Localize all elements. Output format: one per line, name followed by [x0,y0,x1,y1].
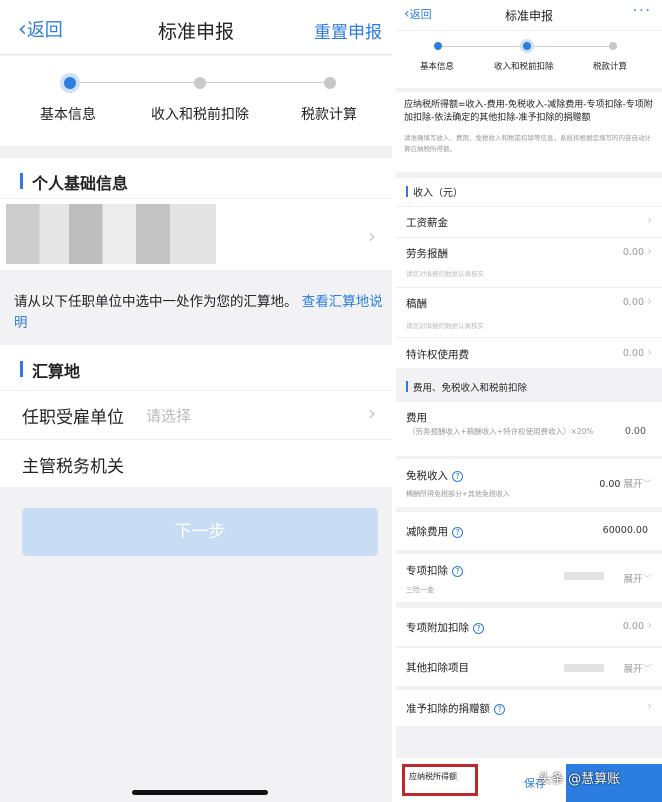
employer-placeholder: 请选择 [146,407,192,425]
reduction-row: 减除费用? 60000.00 [396,512,662,550]
donation-row[interactable]: 准予扣除的捐赠额? › [396,690,662,726]
step-1-label: 基本信息 [40,107,96,123]
expand-toggle[interactable]: 展开 [623,479,642,490]
chevron-right-icon: › [647,294,652,308]
section-title: 汇算地 [32,362,81,381]
other-deduction-row[interactable]: 其他扣除项目 展开﹀ [396,648,662,686]
step-1-dot [434,42,442,50]
step-3-label: 税款计算 [301,107,357,123]
help-icon[interactable]: ? [494,703,505,715]
step-2-label: 收入和税前扣除 [151,107,249,123]
section-marker [20,173,23,189]
bottom-bar: 应纳税所得额 保存 [396,758,662,802]
chevron-down-icon: ﹀ [642,664,652,675]
chevron-right-icon: › [647,213,652,227]
employer-select[interactable]: 任职受雇单位 请选择 › [0,391,392,439]
home-indicator [132,790,268,795]
chevron-right-icon: › [647,699,652,713]
franchise-row[interactable]: 特许权使用费 0.00 › [396,337,662,368]
chevron-right-icon: › [647,244,652,258]
employer-label: 任职受雇单位 [22,408,124,428]
reduction-value: 60000.00 [602,525,648,536]
step-progress: 基本信息 收入和税前扣除 税款计算 [0,56,392,146]
left-screen: ‹返回 标准申报 重置申报 基本信息 收入和税前扣除 税款计算 个人基础信息 ›… [0,0,392,802]
chevron-right-icon: › [647,618,652,632]
wage-row[interactable]: 工资薪金 › [396,207,662,237]
royalty-row[interactable]: 稿酬 0.00 › 请您对填报的数据认真核实 [396,287,662,337]
chevron-down-icon: ﹀ [642,479,652,490]
step-2-dot [194,77,206,89]
more-icon[interactable]: ··· [633,3,652,19]
step-1-label: 基本信息 [420,62,455,72]
formula-note: 请准确填写收入、费用、免税收入和税前扣除等信息，系统将根据您填写的内容自动计算应… [404,134,651,153]
taxfree-value: 0.00 [599,479,621,490]
blurred-employer-info[interactable] [6,204,216,264]
tax-office-label: 主管税务机关 [22,457,124,477]
chevron-down-icon: ﹀ [642,574,652,585]
nav-bar: ‹返回 标准申报 重置申报 [0,0,392,55]
taxfree-row[interactable]: 免税收入? 0.00 展开﹀ 稿酬所得免税部分+其他免税收入 [396,459,662,507]
watermark: 头条 @慧算账 [538,772,621,787]
header: ‹返回 标准申报 ··· 基本信息 收入和税前扣除 税款计算 [396,0,662,88]
chevron-right-icon: › [368,401,376,425]
special-deduction-row[interactable]: 专项扣除? 展开﹀ 三险一金 [396,554,662,602]
deduction-title: 费用、免税收入和税前扣除 [413,383,528,394]
deduction-section-header: 费用、免税收入和税前扣除 [396,372,662,402]
chevron-right-icon: › [647,345,652,359]
expand-toggle[interactable]: 展开 [623,664,642,675]
personal-info-card: 个人基础信息 › [0,158,392,270]
help-icon[interactable]: ? [452,470,463,482]
section-marker [20,361,23,377]
income-card: 收入（元） 工资薪金 › 劳务报酬 0.00 › 请您对填报的数据认真核实 稿酬… [396,178,662,368]
special-additional-value: 0.00 [622,621,644,632]
section-title: 个人基础信息 [32,174,129,193]
formula-text: 应纳税所得额=收入-费用-免税收入-减除费用-专项扣除-专项附加扣除-依法确定的… [404,100,653,123]
expense-row: 费用 （劳务报酬收入+稿酬收入+特许权使用费收入）×20% 0.00 [396,402,662,456]
expand-toggle[interactable]: 展开 [623,574,642,585]
expense-value: 0.00 [624,426,646,437]
step-3-label: 税款计算 [593,62,628,72]
help-icon[interactable]: ? [473,622,484,634]
labor-value: 0.00 [622,247,644,258]
page-title: 标准申报 [504,9,553,23]
step-3-dot [324,77,336,89]
formula-box: 应纳税所得额=收入-费用-免税收入-减除费用-专项扣除-专项附加扣除-依法确定的… [396,92,662,172]
help-icon[interactable]: ? [452,526,463,538]
royalty-value: 0.00 [622,297,644,308]
chevron-right-icon: › [368,224,376,248]
taxable-income-label: 应纳税所得额 [409,772,457,781]
notice-text: 请从以下任职单位中选中一处作为您的汇算地。 查看汇算地说明 [14,294,383,331]
help-icon[interactable]: ? [452,565,463,577]
step-3-dot [609,42,617,50]
franchise-value: 0.00 [622,348,644,359]
right-screen: ‹返回 标准申报 ··· 基本信息 收入和税前扣除 税款计算 应纳税所得额=收入… [396,0,662,802]
income-title: 收入（元） [413,188,463,199]
blurred-value [564,664,604,672]
reset-button[interactable]: 重置申报 [314,18,382,43]
blurred-value [564,572,604,580]
step-2-label: 收入和税前扣除 [494,62,554,72]
labor-row[interactable]: 劳务报酬 0.00 › 请您对填报的数据认真核实 [396,237,662,287]
next-button[interactable]: 下一步 [22,508,378,556]
special-additional-row[interactable]: 专项附加扣除? 0.00 › [396,608,662,646]
settlement-card: 汇算地 任职受雇单位 请选择 › 主管税务机关 [0,345,392,487]
